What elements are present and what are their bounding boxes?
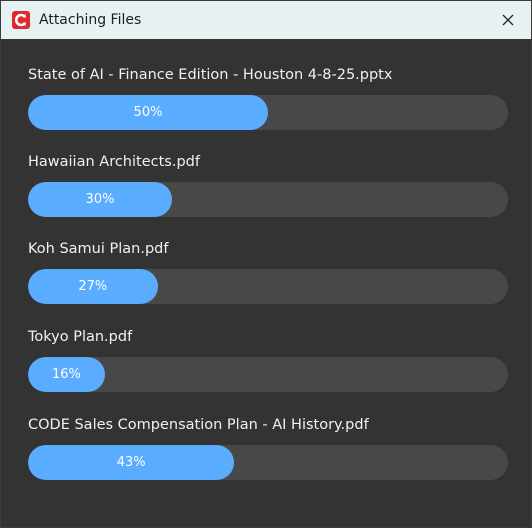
progress-label: 50% bbox=[133, 105, 163, 120]
file-list: State of AI - Finance Edition - Houston … bbox=[1, 39, 531, 527]
window-title: Attaching Files bbox=[39, 12, 142, 28]
file-name: State of AI - Finance Edition - Houston … bbox=[28, 67, 393, 83]
file-name: Hawaiian Architects.pdf bbox=[28, 154, 200, 170]
file-item: CODE Sales Compensation Plan - AI Histor… bbox=[28, 414, 508, 480]
close-button[interactable] bbox=[485, 1, 531, 39]
progress-label: 30% bbox=[85, 192, 115, 207]
progress-fill: 43% bbox=[28, 445, 235, 480]
progress-fill: 16% bbox=[28, 357, 105, 392]
app-logo-icon bbox=[12, 11, 30, 29]
close-icon bbox=[502, 14, 514, 26]
title-bar[interactable]: Attaching Files bbox=[1, 1, 531, 39]
file-name: CODE Sales Compensation Plan - AI Histor… bbox=[28, 417, 369, 433]
progress-label: 27% bbox=[78, 279, 108, 294]
progress-fill: 30% bbox=[28, 182, 172, 217]
file-item: Koh Samui Plan.pdf 27% bbox=[28, 238, 508, 304]
progress-label: 43% bbox=[116, 455, 146, 470]
file-item: State of AI - Finance Edition - Houston … bbox=[28, 64, 508, 130]
progress-bar: 50% bbox=[28, 95, 508, 130]
progress-label: 16% bbox=[51, 367, 81, 382]
progress-fill: 50% bbox=[28, 95, 268, 130]
file-item: Hawaiian Architects.pdf 30% bbox=[28, 151, 508, 217]
progress-fill: 27% bbox=[28, 269, 158, 304]
attaching-files-dialog: Attaching Files State of AI - Finance Ed… bbox=[0, 0, 532, 528]
progress-bar: 27% bbox=[28, 269, 508, 304]
progress-bar: 16% bbox=[28, 357, 508, 392]
file-name: Koh Samui Plan.pdf bbox=[28, 241, 169, 257]
file-name: Tokyo Plan.pdf bbox=[28, 329, 133, 345]
file-item: Tokyo Plan.pdf 16% bbox=[28, 326, 508, 392]
progress-bar: 43% bbox=[28, 445, 508, 480]
progress-bar: 30% bbox=[28, 182, 508, 217]
